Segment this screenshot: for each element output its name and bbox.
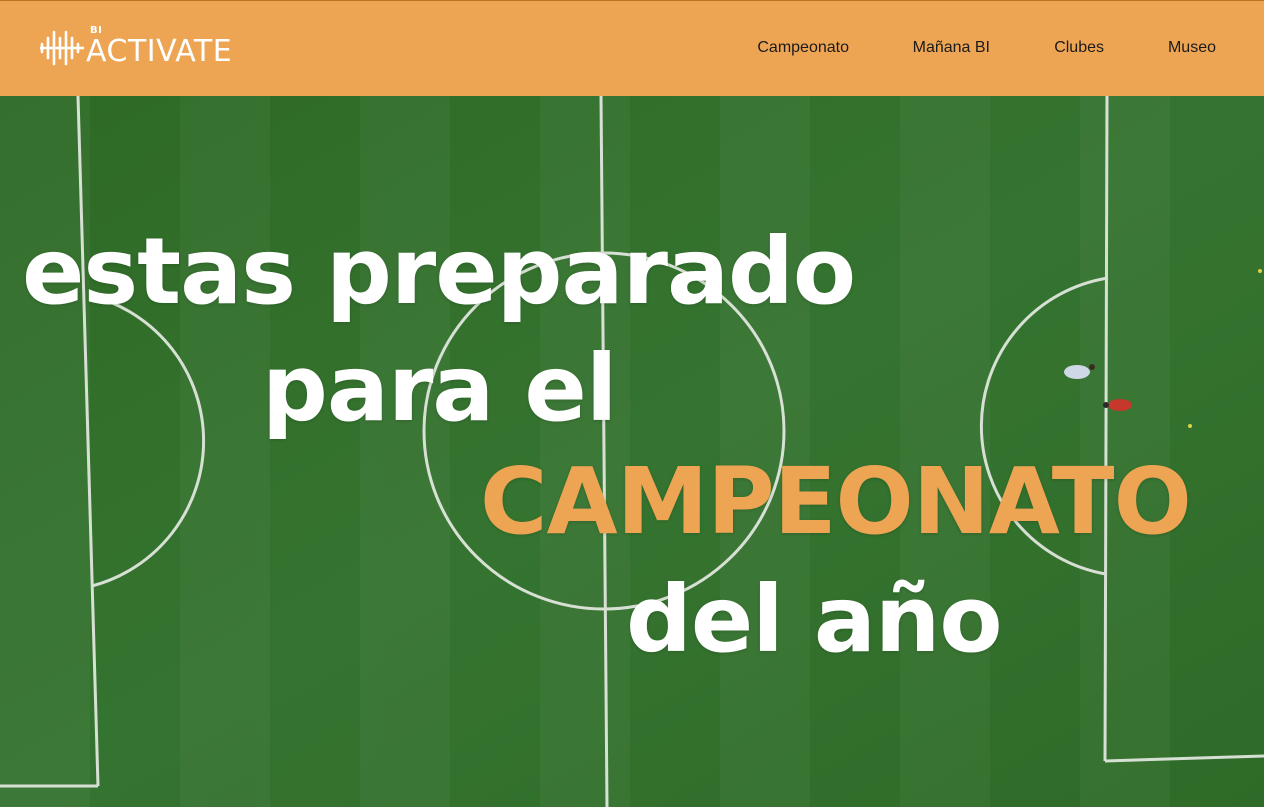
hero-section: estas preparado para el CAMPEONATO del a…: [0, 96, 1264, 807]
nav-item-campeonato[interactable]: Campeonato: [757, 39, 849, 57]
soundwave-logo-icon: [40, 30, 84, 66]
hero-headline-line-4: del año: [626, 566, 1003, 673]
nav-item-museo[interactable]: Museo: [1168, 39, 1216, 57]
brand-logo[interactable]: BI ACTIVATE: [40, 25, 240, 69]
hero-headline-line-1: estas preparado: [22, 218, 856, 325]
brand-name: ACTIVATE: [86, 34, 233, 69]
hero-headline-line-2: para el: [262, 335, 617, 442]
hero-headline-highlight: CAMPEONATO: [480, 448, 1192, 555]
site-header: BI ACTIVATE Campeonato Mañana BI Clubes …: [0, 0, 1264, 96]
nav-item-clubes[interactable]: Clubes: [1054, 39, 1104, 57]
nav-item-manana-bi[interactable]: Mañana BI: [913, 39, 990, 57]
